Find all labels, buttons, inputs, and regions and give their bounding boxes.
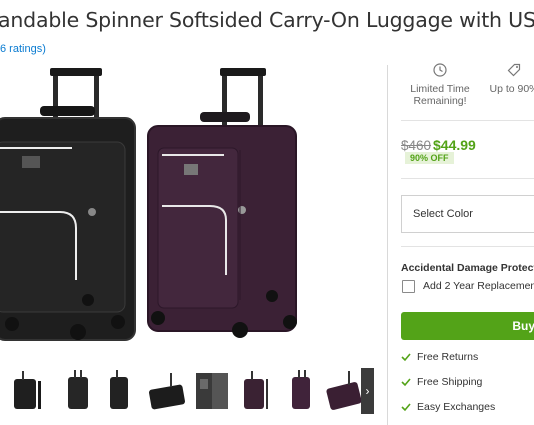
buy-button[interactable]: Buy (401, 312, 534, 340)
black-suitcase-image (0, 68, 136, 341)
tag-icon (507, 63, 521, 77)
thumbnail-6[interactable] (282, 365, 324, 421)
discount-badge: 90% OFF (405, 152, 454, 164)
divider-2 (401, 178, 534, 179)
perk-label: Easy Exchanges (417, 401, 496, 413)
protection-checkbox[interactable] (402, 280, 415, 293)
divider-3 (401, 246, 534, 247)
select-color-dropdown[interactable]: Select Color (401, 195, 534, 233)
thumbnail-strip (0, 365, 375, 421)
thumbnail-next-button[interactable]: › (361, 368, 374, 414)
product-title: andable Spinner Softsided Carry-On Lugga… (0, 8, 534, 32)
feature-discount: Up to 90% (480, 63, 534, 95)
protection-option[interactable]: Add 2 Year Replacement (401, 280, 534, 296)
feature-limited-time-line1: Limited Time (410, 83, 470, 95)
thumbnail-2[interactable] (100, 365, 142, 421)
protection-option-label: Add 2 Year Replacement (423, 280, 534, 292)
thumbnail-1[interactable] (58, 365, 100, 421)
thumbnail-4[interactable] (192, 365, 234, 421)
checkmark-icon (401, 403, 411, 412)
purple-suitcase-image (147, 68, 297, 338)
feature-limited-time: Limited Time Remaining! (404, 63, 476, 107)
perk-label: Free Shipping (417, 376, 483, 388)
protection-title: Accidental Damage Protectio (401, 262, 534, 274)
checkmark-icon (401, 378, 411, 387)
ratings-count-link[interactable]: 6 ratings) (0, 43, 46, 55)
main-product-image (0, 68, 297, 341)
thumbnail-0[interactable] (8, 365, 50, 421)
original-price: $460 (401, 138, 432, 153)
thumbnail-3[interactable] (146, 365, 188, 421)
divider-1 (401, 120, 534, 121)
sale-price: $44.99 (433, 137, 476, 153)
clock-icon (433, 63, 447, 77)
perk-label: Free Returns (417, 351, 479, 363)
thumbnail-5[interactable] (236, 365, 278, 421)
column-divider (387, 65, 388, 425)
feature-discount-line1: Up to 90% (489, 83, 534, 95)
feature-limited-time-line2: Remaining! (413, 95, 467, 107)
thumbnail-7[interactable] (324, 365, 366, 421)
checkmark-icon (401, 353, 411, 362)
